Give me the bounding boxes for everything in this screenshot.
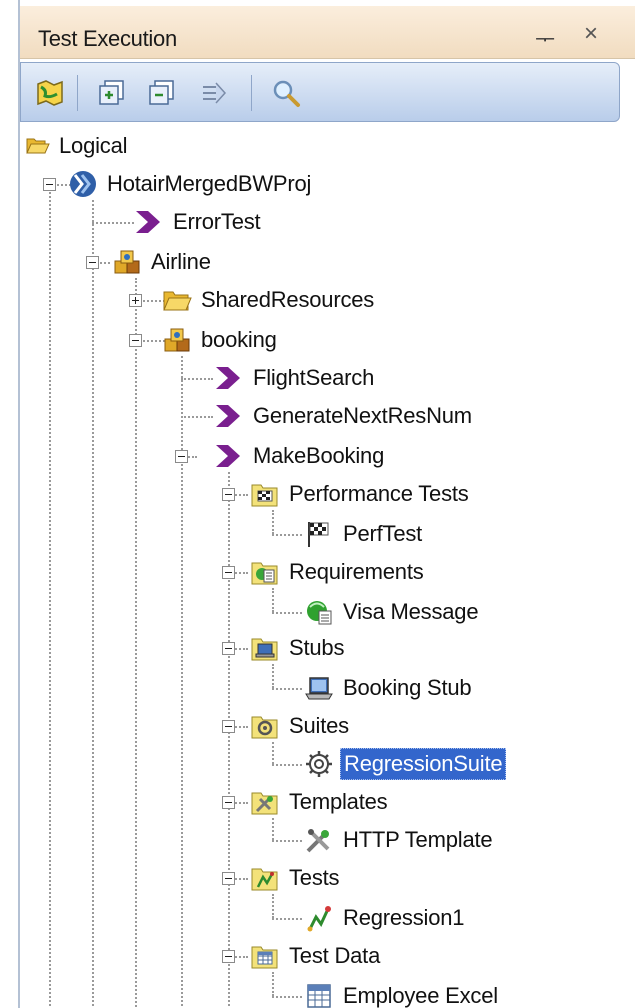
collapse-toggle[interactable]: [86, 256, 99, 269]
tree-node-label: Airline: [151, 249, 211, 274]
tree-node-suites[interactable]: Suites: [250, 708, 352, 744]
laptop-icon: [304, 673, 334, 703]
toolbar: [20, 62, 620, 122]
tree-node-label: HTTP Template: [343, 827, 493, 852]
stubs-folder-icon: [250, 633, 280, 663]
tree-node-templates[interactable]: Templates: [250, 784, 390, 820]
suites-folder-icon: [250, 711, 280, 741]
tree-node-label: Regression1: [343, 905, 465, 930]
tree-node-label: HotairMergedBWProj: [107, 171, 312, 196]
service-component-icon: [112, 247, 142, 277]
filter-icon[interactable]: [199, 78, 229, 108]
tree-node-requirements[interactable]: Requirements: [250, 554, 427, 590]
tree-node-label: Requirements: [289, 559, 424, 584]
operation-icon: [134, 207, 164, 237]
operation-icon: [214, 363, 244, 393]
pin-icon[interactable]: ᅮ: [535, 22, 555, 54]
panel-title-bar: Test Execution ᅮ ×: [20, 6, 635, 59]
expand-all-icon[interactable]: [97, 78, 127, 108]
tree-node-label: Templates: [289, 789, 388, 814]
test-execution-panel: Test Execution ᅮ × Logical HotairMergedB…: [18, 0, 635, 1008]
templates-folder-icon: [250, 787, 280, 817]
tree-node-sharedresources[interactable]: SharedResources: [162, 282, 377, 318]
tree-node-label: Visa Message: [343, 599, 479, 624]
collapse-toggle[interactable]: [222, 720, 235, 733]
close-icon[interactable]: ×: [584, 20, 598, 48]
tree-node-regressionsuite[interactable]: RegressionSuite: [304, 746, 507, 782]
collapse-toggle[interactable]: [129, 334, 142, 347]
tree-node-makebooking[interactable]: MakeBooking: [214, 438, 387, 474]
requirement-icon: [304, 597, 334, 627]
requirements-folder-icon: [250, 557, 280, 587]
tree-node-stubs[interactable]: Stubs: [250, 630, 347, 666]
tree-node-generatenextresnum[interactable]: GenerateNextResNum: [214, 398, 475, 434]
tree-node-tests[interactable]: Tests: [250, 860, 342, 896]
tree-node-label: Test Data: [289, 943, 381, 968]
tools-icon: [304, 825, 334, 855]
tree-node-perftest[interactable]: PerfTest: [304, 516, 425, 552]
tree-node-test-data[interactable]: Test Data: [250, 938, 383, 974]
tree-node-label: SharedResources: [201, 287, 375, 312]
tree-node-label: Suites: [289, 713, 349, 738]
tree-node-label: RegressionSuite: [340, 748, 507, 780]
tree-node-label: Stubs: [289, 635, 345, 660]
service-component-icon: [162, 325, 192, 355]
map-icon[interactable]: [35, 78, 65, 108]
tree-node-label: Performance Tests: [289, 481, 469, 506]
collapse-toggle[interactable]: [175, 450, 188, 463]
tree-node-label: FlightSearch: [253, 365, 375, 390]
collapse-toggle[interactable]: [222, 950, 235, 963]
tree-node-airline[interactable]: Airline: [112, 244, 214, 280]
tree-node-label: Booking Stub: [343, 675, 472, 700]
tree-node-flightsearch[interactable]: FlightSearch: [214, 360, 377, 396]
checkered-flag-icon: [304, 519, 334, 549]
project-icon: [68, 169, 98, 199]
test-data-folder-icon: [250, 941, 280, 971]
tree-node-label: MakeBooking: [253, 443, 385, 468]
tree-node-booking-stub[interactable]: Booking Stub: [304, 670, 474, 706]
search-icon[interactable]: [271, 78, 301, 108]
tree-node-label: PerfTest: [343, 521, 423, 546]
collapse-all-icon[interactable]: [147, 78, 177, 108]
tree-node-employee-excel[interactable]: Employee Excel: [304, 978, 501, 1008]
tree-node-label: ErrorTest: [173, 209, 261, 234]
tree-node-logical[interactable]: Logical: [26, 128, 130, 164]
tree-node-booking[interactable]: booking: [162, 322, 280, 358]
tree-node-visa-message[interactable]: Visa Message: [304, 594, 481, 630]
tests-folder-icon: [250, 863, 280, 893]
collapse-toggle[interactable]: [222, 872, 235, 885]
collapse-toggle[interactable]: [222, 488, 235, 501]
tree-node-errortest[interactable]: ErrorTest: [134, 204, 263, 240]
test-icon: [304, 903, 334, 933]
collapse-toggle[interactable]: [222, 642, 235, 655]
tree-node-label: Logical: [59, 133, 128, 158]
panel-title: Test Execution: [38, 26, 177, 51]
toolbar-separator: [251, 75, 252, 111]
collapse-toggle[interactable]: [222, 796, 235, 809]
collapse-toggle[interactable]: [222, 566, 235, 579]
tree-node-http-template[interactable]: HTTP Template: [304, 822, 495, 858]
tree-node-label: GenerateNextResNum: [253, 403, 472, 428]
test-tree: Logical HotairMergedBWProj ErrorTest Air…: [20, 122, 635, 1008]
performance-folder-icon: [250, 479, 280, 509]
toolbar-separator: [77, 75, 78, 111]
collapse-toggle[interactable]: [43, 178, 56, 191]
operation-icon: [214, 441, 244, 471]
tree-node-label: Tests: [289, 865, 340, 890]
tree-node-project[interactable]: HotairMergedBWProj: [68, 166, 314, 202]
folder-open-icon: [26, 134, 50, 158]
tree-node-label: Employee Excel: [343, 983, 498, 1008]
expand-toggle[interactable]: [129, 294, 142, 307]
gear-icon: [304, 749, 334, 779]
spreadsheet-icon: [304, 981, 334, 1008]
tree-node-label: booking: [201, 327, 277, 352]
operation-icon: [214, 401, 244, 431]
tree-node-performance-tests[interactable]: Performance Tests: [250, 476, 472, 512]
tree-node-regression1[interactable]: Regression1: [304, 900, 467, 936]
folder-icon: [162, 285, 192, 315]
